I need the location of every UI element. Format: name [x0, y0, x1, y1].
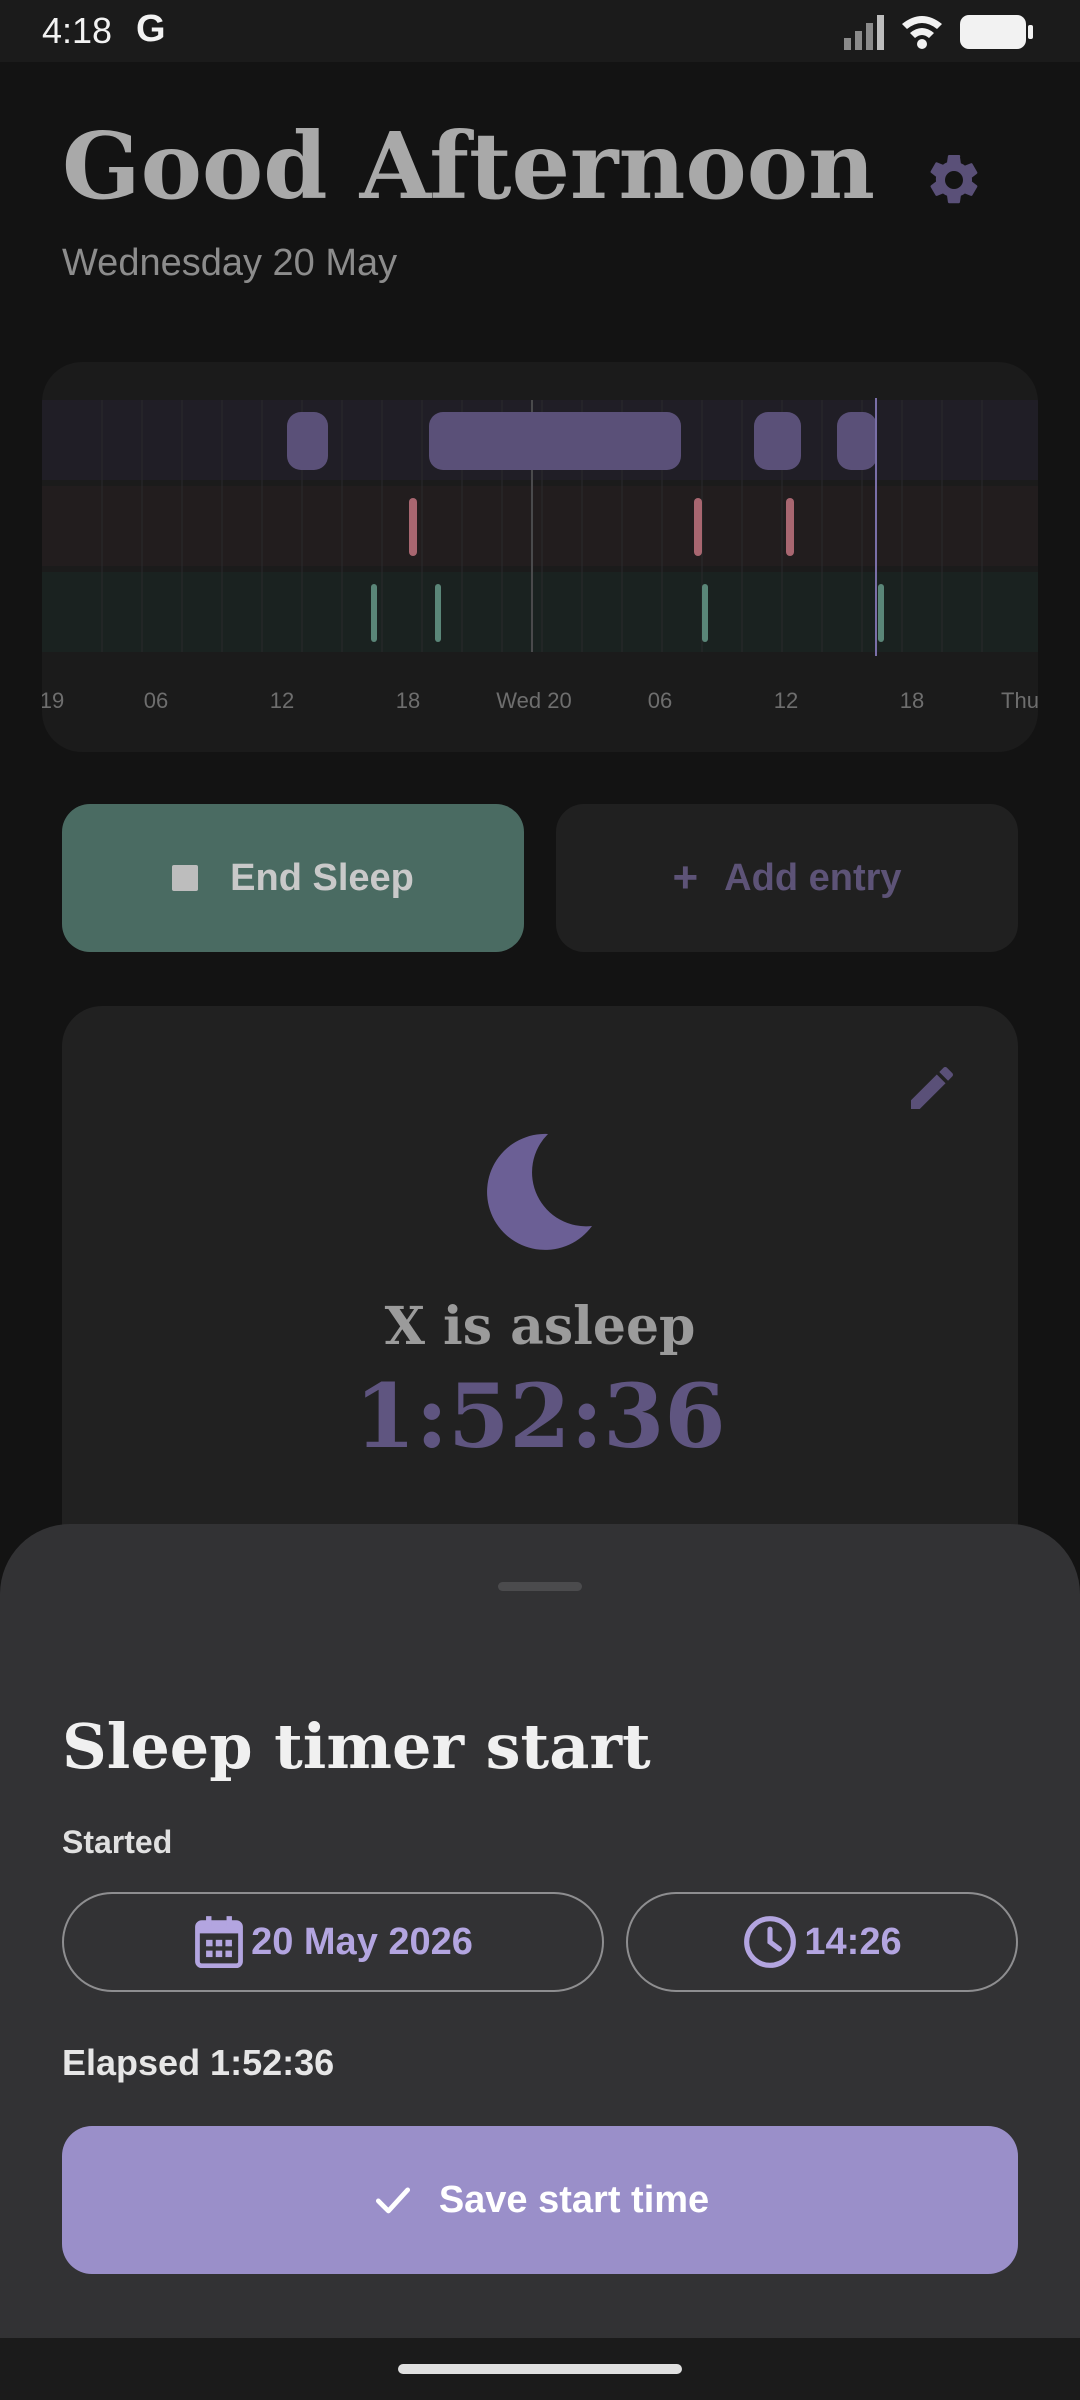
sleep-block	[754, 412, 801, 470]
google-icon: G	[136, 8, 166, 50]
moon-icon	[487, 1133, 592, 1250]
elapsed-timer: 1:52:36	[354, 1364, 726, 1468]
tick-label: 12	[269, 688, 295, 713]
add-entry-label: Add entry	[724, 856, 902, 899]
check-icon	[375, 2187, 410, 2214]
sleep-status-text: X is asleep	[384, 1296, 696, 1357]
tick-label: Wed 20	[496, 688, 572, 713]
diaper-marker	[878, 584, 884, 642]
home-gesture-bar[interactable]	[398, 2364, 682, 2374]
tick-label: 06	[143, 688, 169, 713]
feed-marker	[694, 498, 702, 556]
date-value: 20 May 2026	[251, 1920, 473, 1963]
status-time: 4:18	[42, 10, 113, 51]
diaper-marker	[702, 584, 708, 642]
time-value: 14:26	[804, 1920, 902, 1963]
sheet-title: Sleep timer start	[62, 1710, 651, 1783]
calendar-icon	[195, 1916, 243, 1969]
stop-icon	[172, 865, 199, 891]
tick-label: 18	[395, 688, 421, 713]
greeting-title: Good Afternoon	[62, 112, 875, 220]
status-icons	[844, 15, 1033, 50]
signal-icon	[844, 15, 884, 50]
settings-gear-icon[interactable]	[924, 150, 984, 210]
add-entry-button[interactable]: + Add entry	[556, 804, 1018, 952]
sheet-drag-handle[interactable]	[498, 1582, 582, 1591]
tick-label: 18	[899, 688, 925, 713]
time-picker-button[interactable]: 14:26	[626, 1892, 1018, 1992]
diaper-lane	[42, 572, 1038, 652]
diaper-marker	[371, 584, 377, 642]
feed-lane	[42, 486, 1038, 566]
battery-icon	[960, 15, 1033, 49]
elapsed-text: Elapsed 1:52:36	[62, 2042, 335, 2083]
tick-label: 19	[42, 688, 65, 713]
save-start-time-button[interactable]: Save start time	[62, 2126, 1018, 2274]
save-start-time-label: Save start time	[438, 2178, 710, 2221]
feed-marker	[409, 498, 417, 556]
edit-pencil-icon[interactable]	[904, 1060, 960, 1116]
end-sleep-label: End Sleep	[230, 856, 414, 899]
current-date: Wednesday 20 May	[62, 242, 398, 284]
status-bar: 4:18 G	[0, 0, 1080, 62]
end-sleep-button[interactable]: End Sleep	[62, 804, 524, 952]
tick-label: 06	[647, 688, 673, 713]
date-picker-button[interactable]: 20 May 2026	[62, 1892, 604, 1992]
plus-icon: +	[672, 853, 699, 902]
sleep-block-ongoing	[837, 412, 877, 470]
clock-icon	[744, 1916, 797, 1968]
sleep-block	[429, 412, 681, 470]
wifi-icon	[902, 16, 942, 49]
started-label: Started	[62, 1824, 173, 1860]
activity-timeline[interactable]: 19 06 12 18 Wed 20 06 12 18 Thu	[42, 362, 1038, 752]
tick-label: 12	[773, 688, 799, 713]
feed-marker	[786, 498, 794, 556]
diaper-marker	[435, 584, 441, 642]
tick-label: Thu	[1001, 688, 1038, 713]
sleep-block	[287, 412, 328, 470]
